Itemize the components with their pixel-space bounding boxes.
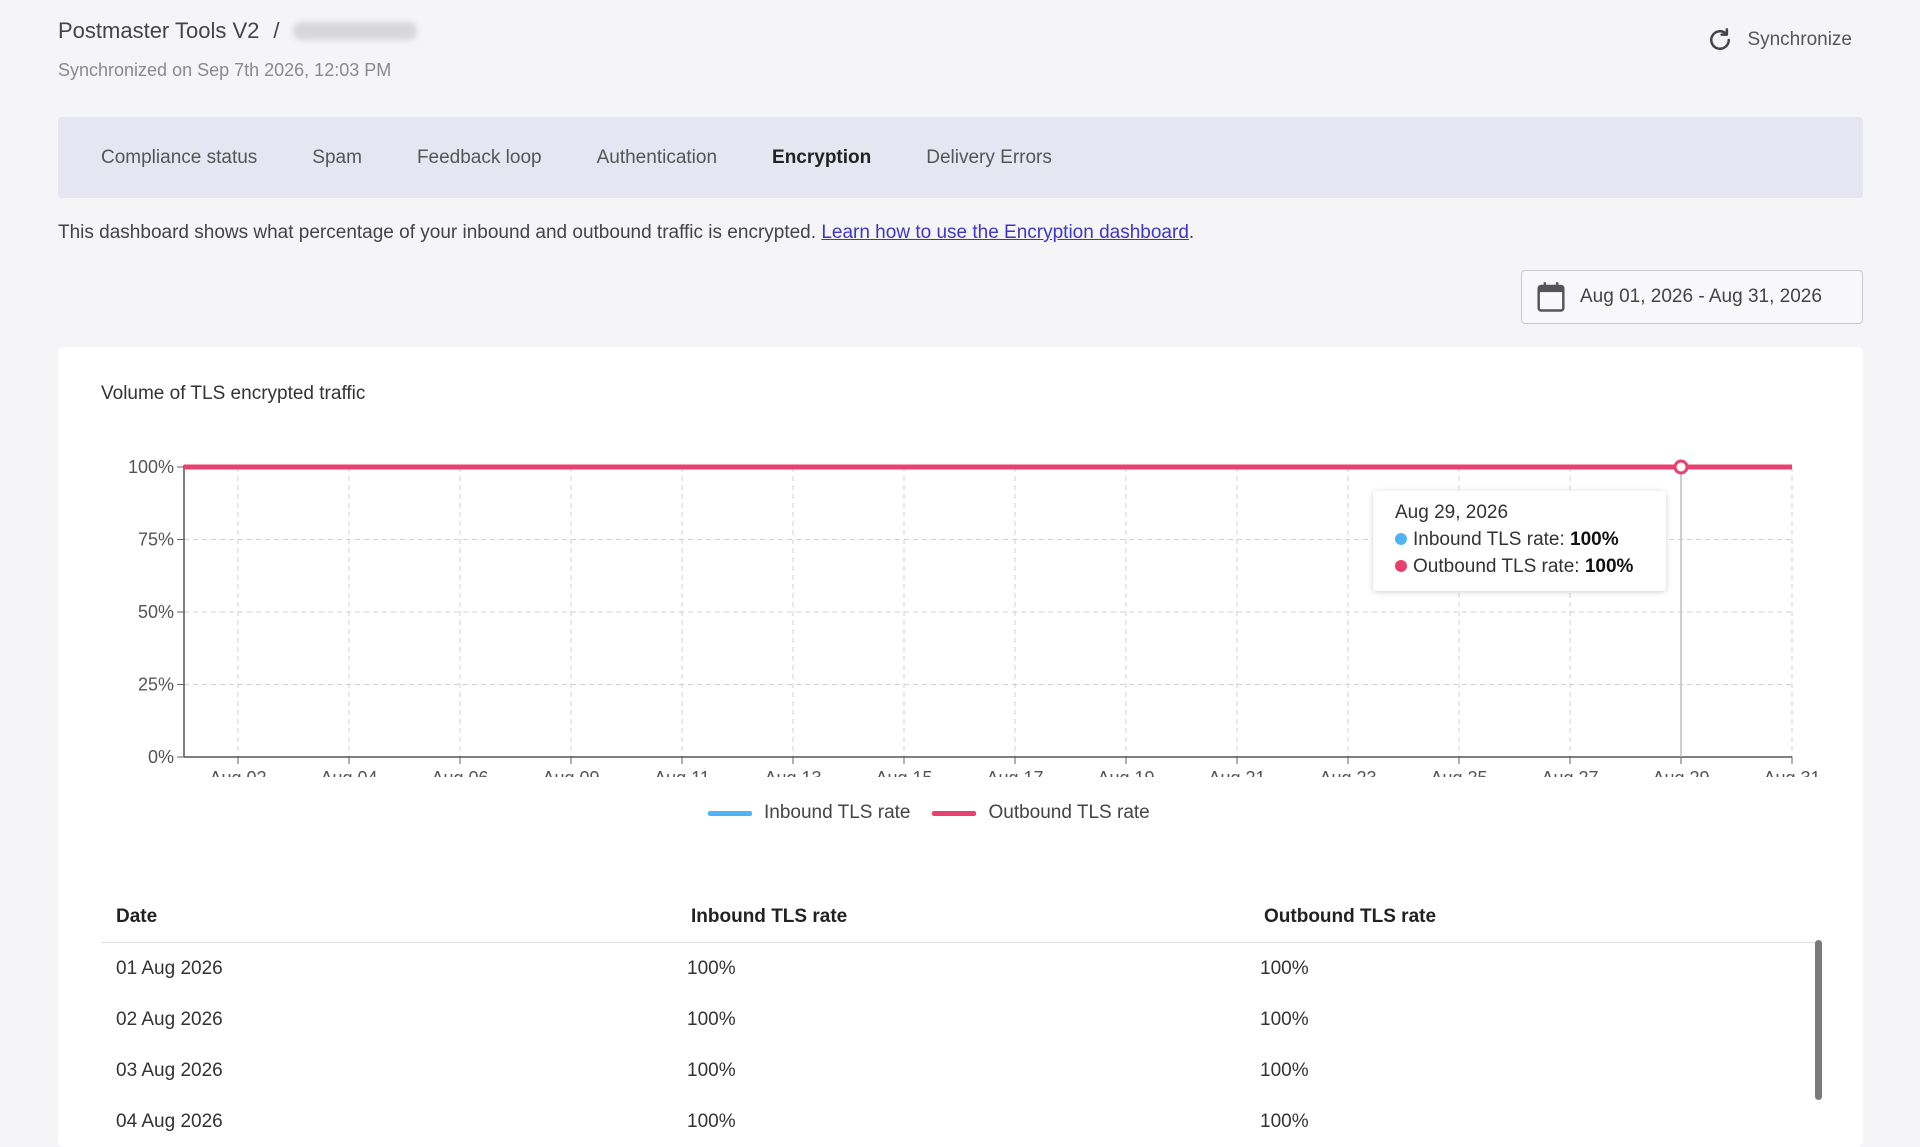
cell-outbound: 100% bbox=[1260, 1059, 1309, 1081]
description-suffix: . bbox=[1188, 222, 1195, 243]
breadcrumb-separator: / bbox=[273, 18, 280, 43]
cell-inbound: 100% bbox=[687, 1110, 736, 1132]
breadcrumb: Postmaster Tools V2 / bbox=[58, 18, 418, 44]
synchronize-button[interactable]: Synchronize bbox=[1705, 25, 1852, 55]
chart-tooltip: Aug 29, 2026 Inbound TLS rate: 100% Outb… bbox=[1373, 491, 1666, 591]
app-title[interactable]: Postmaster Tools V2 bbox=[58, 18, 259, 44]
legend-outbound-label: Outbound TLS rate bbox=[988, 802, 1150, 823]
cell-outbound: 100% bbox=[1260, 957, 1309, 979]
date-range-value: Aug 01, 2026 - Aug 31, 2026 bbox=[1580, 286, 1822, 307]
refresh-icon bbox=[1710, 28, 1731, 50]
legend-outbound-swatch bbox=[932, 810, 977, 816]
tab-feedback-loop[interactable]: Feedback loop bbox=[417, 147, 542, 169]
x-tick-label: Aug 31 bbox=[1763, 768, 1820, 777]
legend-outbound[interactable]: Outbound TLS rate bbox=[932, 802, 1150, 824]
y-tick-label: 100% bbox=[128, 457, 174, 477]
table-row: 04 Aug 2026 100% 100% bbox=[102, 1096, 1820, 1147]
tls-data-table: Date Inbound TLS rate Outbound TLS rate … bbox=[102, 892, 1820, 1147]
table-row: 03 Aug 2026 100% 100% bbox=[102, 1045, 1820, 1096]
hover-point-marker bbox=[1673, 459, 1689, 475]
legend-inbound[interactable]: Inbound TLS rate bbox=[708, 802, 910, 824]
cell-inbound: 100% bbox=[687, 957, 736, 979]
x-tick-label: Aug 25 bbox=[1430, 768, 1487, 777]
table-scrollbar[interactable] bbox=[1815, 940, 1822, 1100]
x-tick-label: Aug 19 bbox=[1097, 768, 1154, 777]
table-header: Date Inbound TLS rate Outbound TLS rate bbox=[102, 892, 1820, 943]
legend-inbound-label: Inbound TLS rate bbox=[764, 802, 911, 823]
tooltip-inbound: Inbound TLS rate: 100% bbox=[1395, 526, 1644, 553]
page-header: Postmaster Tools V2 / Synchronized on Se… bbox=[58, 18, 418, 81]
x-tick-label: Aug 27 bbox=[1541, 768, 1598, 777]
column-header-inbound[interactable]: Inbound TLS rate bbox=[675, 906, 1248, 928]
tooltip-outbound-value: 100% bbox=[1584, 556, 1634, 577]
synchronize-label: Synchronize bbox=[1747, 29, 1852, 50]
y-tick-label: 0% bbox=[148, 747, 174, 767]
sync-timestamp: Synchronized on Sep 7th 2026, 12:03 PM bbox=[58, 60, 392, 80]
legend-inbound-swatch bbox=[708, 810, 752, 816]
encryption-help-link[interactable]: Learn how to use the Encryption dashboar… bbox=[821, 222, 1189, 243]
x-tick-label: Aug 17 bbox=[986, 768, 1043, 777]
column-header-outbound[interactable]: Outbound TLS rate bbox=[1248, 906, 1820, 928]
tab-delivery-errors[interactable]: Delivery Errors bbox=[926, 147, 1052, 169]
tab-encryption[interactable]: Encryption bbox=[772, 147, 871, 169]
x-tick-label: Aug 13 bbox=[764, 768, 821, 777]
y-tick-label: 50% bbox=[138, 602, 174, 622]
x-tick-label: Aug 09 bbox=[542, 768, 599, 777]
cell-outbound: 100% bbox=[1260, 1008, 1309, 1030]
dashboard-description: This dashboard shows what percentage of … bbox=[58, 222, 1194, 244]
outbound-dot-icon bbox=[1395, 559, 1407, 572]
inbound-dot-icon bbox=[1395, 532, 1407, 545]
x-tick-label: Aug 04 bbox=[320, 768, 377, 777]
cell-date: 04 Aug 2026 bbox=[116, 1110, 223, 1132]
domain-name-redacted bbox=[293, 22, 418, 40]
date-range-picker[interactable]: Aug 01, 2026 - Aug 31, 2026 bbox=[1521, 270, 1863, 324]
tooltip-outbound-label: Outbound TLS rate: bbox=[1413, 556, 1580, 577]
tooltip-inbound-value: 100% bbox=[1570, 529, 1619, 550]
x-tick-label: Aug 21 bbox=[1208, 768, 1265, 777]
table-row: 01 Aug 2026 100% 100% bbox=[102, 943, 1820, 994]
x-tick-label: Aug 06 bbox=[431, 768, 488, 777]
calendar-icon bbox=[1537, 282, 1565, 312]
tab-authentication[interactable]: Authentication bbox=[597, 147, 717, 169]
tooltip-inbound-label: Inbound TLS rate: bbox=[1413, 529, 1565, 550]
cell-date: 03 Aug 2026 bbox=[116, 1059, 223, 1081]
tab-compliance-status[interactable]: Compliance status bbox=[101, 147, 257, 169]
y-tick-label: 25% bbox=[138, 675, 174, 695]
x-tick-label: Aug 15 bbox=[875, 768, 932, 777]
cell-date: 01 Aug 2026 bbox=[116, 957, 223, 979]
y-tick-label: 75% bbox=[138, 530, 174, 550]
tls-chart-card: Volume of TLS encrypted traffic 0% 25% 50%… bbox=[58, 347, 1863, 1147]
tab-bar: Compliance status Spam Feedback loop Aut… bbox=[58, 117, 1863, 198]
tab-spam[interactable]: Spam bbox=[312, 147, 362, 169]
cell-date: 02 Aug 2026 bbox=[116, 1008, 223, 1030]
tooltip-outbound: Outbound TLS rate: 100% bbox=[1395, 553, 1644, 580]
cell-inbound: 100% bbox=[687, 1008, 736, 1030]
chart-legend: Inbound TLS rate Outbound TLS rate bbox=[708, 802, 1150, 824]
x-tick-label: Aug 02 bbox=[209, 768, 266, 777]
x-tick-label: Aug 23 bbox=[1319, 768, 1376, 777]
cell-inbound: 100% bbox=[687, 1059, 736, 1081]
tooltip-date: Aug 29, 2026 bbox=[1395, 502, 1509, 523]
x-tick-label: Aug 29 bbox=[1652, 768, 1709, 777]
description-text: This dashboard shows what percentage of … bbox=[58, 222, 822, 243]
x-tick-label: Aug 11 bbox=[654, 768, 710, 777]
column-header-date[interactable]: Date bbox=[102, 906, 675, 928]
table-row: 02 Aug 2026 100% 100% bbox=[102, 994, 1820, 1045]
cell-outbound: 100% bbox=[1260, 1110, 1309, 1132]
